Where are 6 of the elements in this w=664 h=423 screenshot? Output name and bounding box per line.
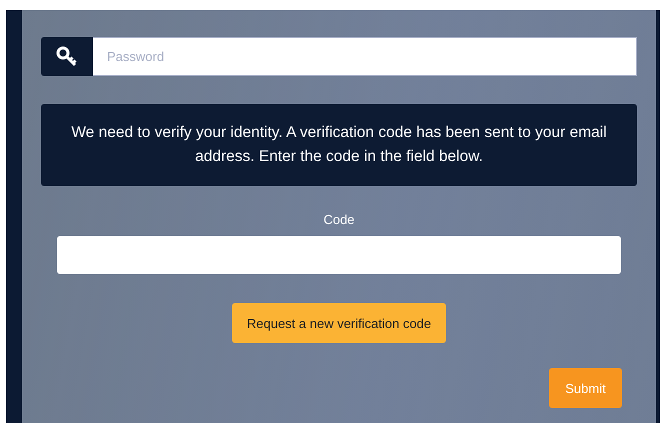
- code-field[interactable]: [57, 236, 621, 274]
- password-field[interactable]: Password: [93, 37, 637, 76]
- verification-message: We need to verify your identity. A verification code has been sent to your email address. Enter the code in the field below.: [41, 104, 637, 186]
- code-label: Code: [323, 212, 355, 227]
- request-code-button[interactable]: Request a new verification code: [232, 303, 446, 343]
- key-icon: [41, 37, 93, 76]
